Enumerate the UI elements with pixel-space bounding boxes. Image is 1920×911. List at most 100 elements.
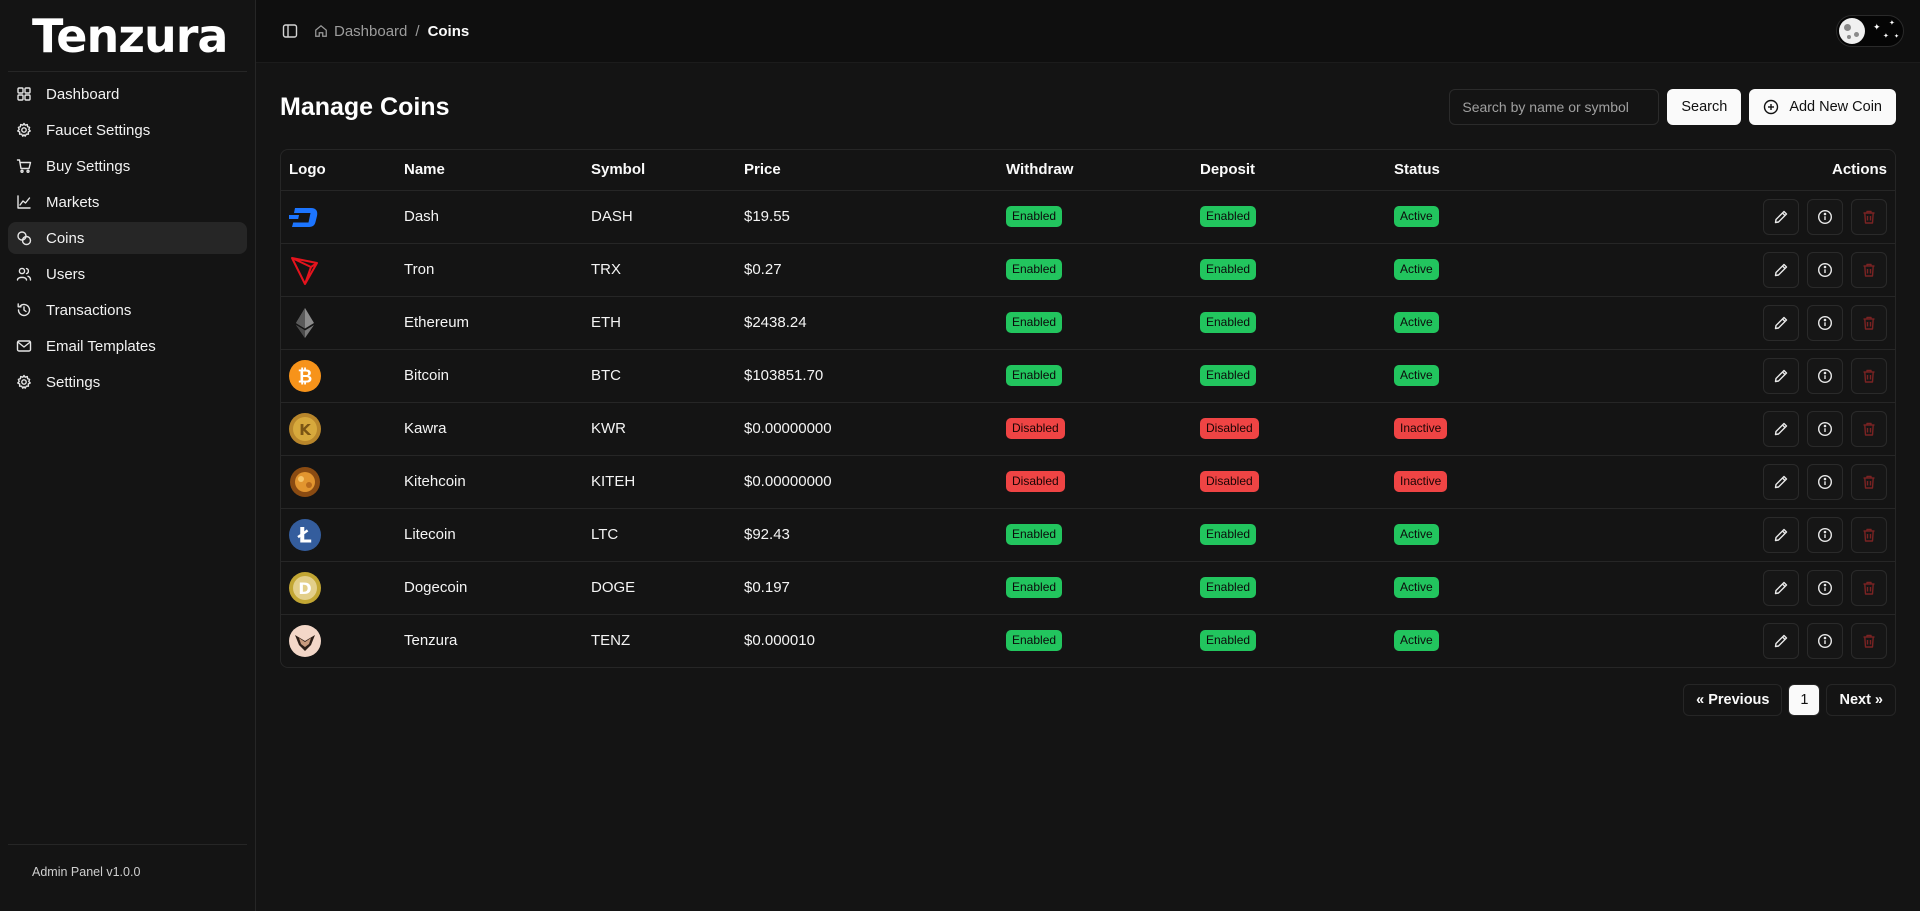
edit-button[interactable] <box>1763 410 1799 447</box>
breadcrumb-separator: / <box>415 22 420 40</box>
pencil-icon <box>1774 263 1788 276</box>
search-input[interactable] <box>1449 89 1660 125</box>
column-header-withdraw: Withdraw <box>998 150 1192 191</box>
sidebar-item-dashboard[interactable]: Dashboard <box>8 78 247 110</box>
coin-symbol: TENZ <box>591 632 631 650</box>
sidebar-item-users[interactable]: Users <box>8 258 247 290</box>
info-icon <box>1817 421 1833 436</box>
moon-icon <box>1839 18 1865 44</box>
edit-button[interactable] <box>1763 569 1799 606</box>
coin-name: Kawra <box>404 420 447 437</box>
info-icon <box>1817 209 1833 224</box>
coin-name: Bitcoin <box>404 367 450 384</box>
edit-button[interactable] <box>1763 463 1799 500</box>
sidebar-footer: Admin Panel v1.0.0 <box>8 844 247 879</box>
info-button[interactable] <box>1807 410 1843 447</box>
coin-name: Kitehcoin <box>404 473 466 490</box>
brand-logo[interactable]: Tenzura <box>8 0 247 72</box>
table-row: Ł Litecoin LTC $92.43 Enabled Enabled Active <box>281 508 1895 561</box>
delete-button[interactable] <box>1851 569 1887 606</box>
edit-button[interactable] <box>1763 304 1799 341</box>
sidebar-item-coins[interactable]: Coins <box>8 222 247 254</box>
deposit-badge: Disabled <box>1200 471 1259 492</box>
column-header-status: Status <box>1386 150 1580 191</box>
topbar: Dashboard / Coins ✦ ✦ ✦ ✦ <box>256 0 1920 63</box>
delete-button[interactable] <box>1851 410 1887 447</box>
sidebar-item-transactions[interactable]: Transactions <box>8 294 247 326</box>
coin-symbol: DASH <box>591 208 633 225</box>
edit-button[interactable] <box>1763 516 1799 553</box>
status-badge: Active <box>1394 312 1439 333</box>
sidebar-item-email-templates[interactable]: Email Templates <box>8 330 247 362</box>
sidebar-item-faucet-settings[interactable]: Faucet Settings <box>8 114 247 146</box>
coin-name: Tenzura <box>404 632 458 650</box>
info-button[interactable] <box>1807 463 1843 500</box>
column-header-price: Price <box>736 150 998 191</box>
home-icon <box>315 24 327 37</box>
delete-button[interactable] <box>1851 304 1887 341</box>
chart-icon <box>17 195 31 209</box>
sidebar-toggle-button[interactable] <box>276 17 304 45</box>
edit-button[interactable] <box>1763 251 1799 288</box>
coin-symbol: KITEH <box>591 473 636 490</box>
info-button[interactable] <box>1807 251 1843 288</box>
theme-toggle[interactable]: ✦ ✦ ✦ ✦ <box>1836 15 1904 47</box>
svg-text:₿: ₿ <box>298 366 313 387</box>
pagination: « Previous 1 Next » <box>280 684 1896 716</box>
column-header-symbol: Symbol <box>583 150 736 191</box>
add-new-coin-label: Add New Coin <box>1789 99 1882 115</box>
sidebar-item-settings[interactable]: Settings <box>8 366 247 398</box>
svg-text:D: D <box>298 579 311 598</box>
column-header-logo: Logo <box>281 150 396 191</box>
status-badge: Active <box>1394 630 1439 652</box>
pencil-icon <box>1774 210 1788 223</box>
edit-button[interactable] <box>1763 622 1799 659</box>
coin-price: $103851.70 <box>744 367 824 384</box>
coin-symbol: TRX <box>591 261 621 278</box>
column-header-name: Name <box>396 150 583 191</box>
info-button[interactable] <box>1807 516 1843 553</box>
coin-price: $92.43 <box>744 526 790 543</box>
delete-button[interactable] <box>1851 357 1887 394</box>
grid-icon <box>17 87 31 101</box>
withdraw-badge: Disabled <box>1006 471 1065 492</box>
sidebar-item-buy-settings[interactable]: Buy Settings <box>8 150 247 182</box>
sidebar-item-label: Settings <box>46 373 101 391</box>
delete-button[interactable] <box>1851 463 1887 500</box>
trash-icon <box>1863 210 1875 224</box>
tron-logo <box>289 254 321 286</box>
info-button[interactable] <box>1807 569 1843 606</box>
mail-icon <box>16 340 32 352</box>
info-button[interactable] <box>1807 304 1843 341</box>
gear-icon <box>17 374 31 389</box>
coin-price: $0.00000000 <box>744 473 832 490</box>
breadcrumb-home-link[interactable]: Dashboard <box>314 23 407 40</box>
deposit-badge: Enabled <box>1200 259 1257 280</box>
coins-table: Logo Name Symbol Price Withdraw Deposit … <box>280 149 1896 668</box>
history-icon <box>17 303 31 317</box>
sidebar-item-markets[interactable]: Markets <box>8 186 247 218</box>
edit-button[interactable] <box>1763 198 1799 235</box>
next-page-button[interactable]: Next » <box>1826 684 1896 716</box>
page-1-button[interactable]: 1 <box>1788 684 1821 716</box>
coin-price: $0.000010 <box>744 632 815 650</box>
status-badge: Inactive <box>1394 471 1448 492</box>
users-icon <box>16 267 32 281</box>
info-icon <box>1817 474 1833 489</box>
search-button[interactable]: Search <box>1667 89 1742 125</box>
delete-button[interactable] <box>1851 622 1887 659</box>
withdraw-badge: Disabled <box>1006 418 1065 439</box>
delete-button[interactable] <box>1851 198 1887 235</box>
delete-button[interactable] <box>1851 516 1887 553</box>
add-new-coin-button[interactable]: Add New Coin <box>1749 89 1896 125</box>
status-badge: Active <box>1394 577 1439 598</box>
status-badge: Active <box>1394 524 1439 545</box>
status-badge: Active <box>1394 259 1439 280</box>
delete-button[interactable] <box>1851 251 1887 288</box>
info-button[interactable] <box>1807 622 1843 659</box>
star-icon: ✦ <box>1894 34 1900 40</box>
previous-page-button[interactable]: « Previous <box>1683 684 1783 716</box>
info-button[interactable] <box>1807 357 1843 394</box>
info-button[interactable] <box>1807 198 1843 235</box>
edit-button[interactable] <box>1763 357 1799 394</box>
